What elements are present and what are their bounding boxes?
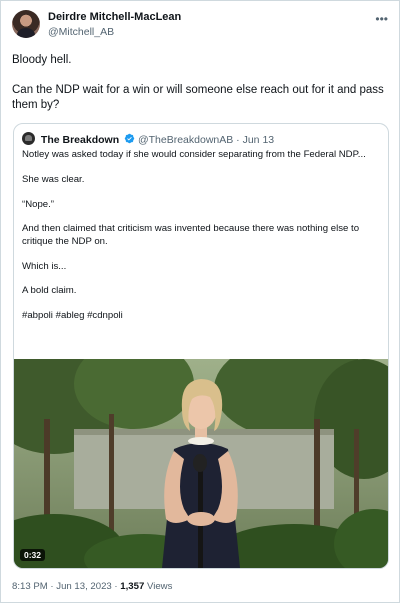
quoted-tweet-text: Notley was asked today if she would cons… bbox=[22, 149, 378, 335]
tweet-date[interactable]: Jun 13, 2023 bbox=[56, 581, 111, 592]
quoted-paragraph: “Nope.” bbox=[22, 198, 54, 210]
quoted-paragraph: A bold claim. bbox=[22, 285, 77, 297]
views-label: Views bbox=[144, 581, 173, 592]
separator-dot: · bbox=[236, 134, 240, 146]
author-handle[interactable]: @Mitchell_AB bbox=[48, 26, 114, 38]
meta-separator: · bbox=[111, 581, 121, 592]
tweet-meta: 8:13 PM · Jun 13, 2023 · 1,357 Views bbox=[12, 581, 172, 592]
tweet-time[interactable]: 8:13 PM bbox=[12, 581, 48, 592]
video-frame bbox=[14, 359, 388, 568]
quoted-hashtags[interactable]: #abpoli #ableg #cdnpoli bbox=[22, 310, 378, 322]
author-avatar[interactable] bbox=[12, 10, 40, 38]
quoted-paragraph: Notley was asked today if she would cons… bbox=[22, 149, 366, 160]
quoted-paragraph: Which is... bbox=[22, 260, 67, 272]
verified-badge-icon bbox=[124, 133, 135, 144]
quoted-author-handle: @TheBreakdownAB bbox=[137, 134, 234, 146]
tweet-header: Deirdre Mitchell-MacLean @Mitchell_AB ••… bbox=[12, 10, 388, 40]
quoted-tweet-header: The Breakdown @TheBreakdownAB · Jun 13 bbox=[22, 132, 382, 146]
author-name[interactable]: Deirdre Mitchell-MacLean bbox=[48, 11, 181, 23]
views-count: 1,357 bbox=[120, 581, 145, 592]
more-icon[interactable]: ••• bbox=[375, 12, 388, 26]
quoted-tweet[interactable]: The Breakdown @TheBreakdownAB · Jun 13 N… bbox=[13, 123, 389, 569]
quoted-paragraph: And then claimed that criticism was inve… bbox=[22, 223, 360, 247]
quoted-author-name: The Breakdown bbox=[40, 134, 120, 146]
tweet-container: Deirdre Mitchell-MacLean @Mitchell_AB ••… bbox=[1, 1, 399, 602]
video-player[interactable]: 0:32 bbox=[14, 359, 388, 568]
tweet-line: Bloody hell. bbox=[12, 54, 72, 66]
meta-separator: · bbox=[47, 581, 57, 592]
video-duration-badge: 0:32 bbox=[20, 549, 46, 561]
quoted-author-avatar bbox=[22, 132, 35, 145]
quoted-tweet-date: Jun 13 bbox=[242, 134, 275, 146]
quoted-paragraph: She was clear. bbox=[22, 173, 85, 185]
tweet-line: Can the NDP wait for a win or will someo… bbox=[12, 84, 384, 111]
tweet-text: Bloody hell. Can the NDP wait for a win … bbox=[12, 53, 390, 128]
